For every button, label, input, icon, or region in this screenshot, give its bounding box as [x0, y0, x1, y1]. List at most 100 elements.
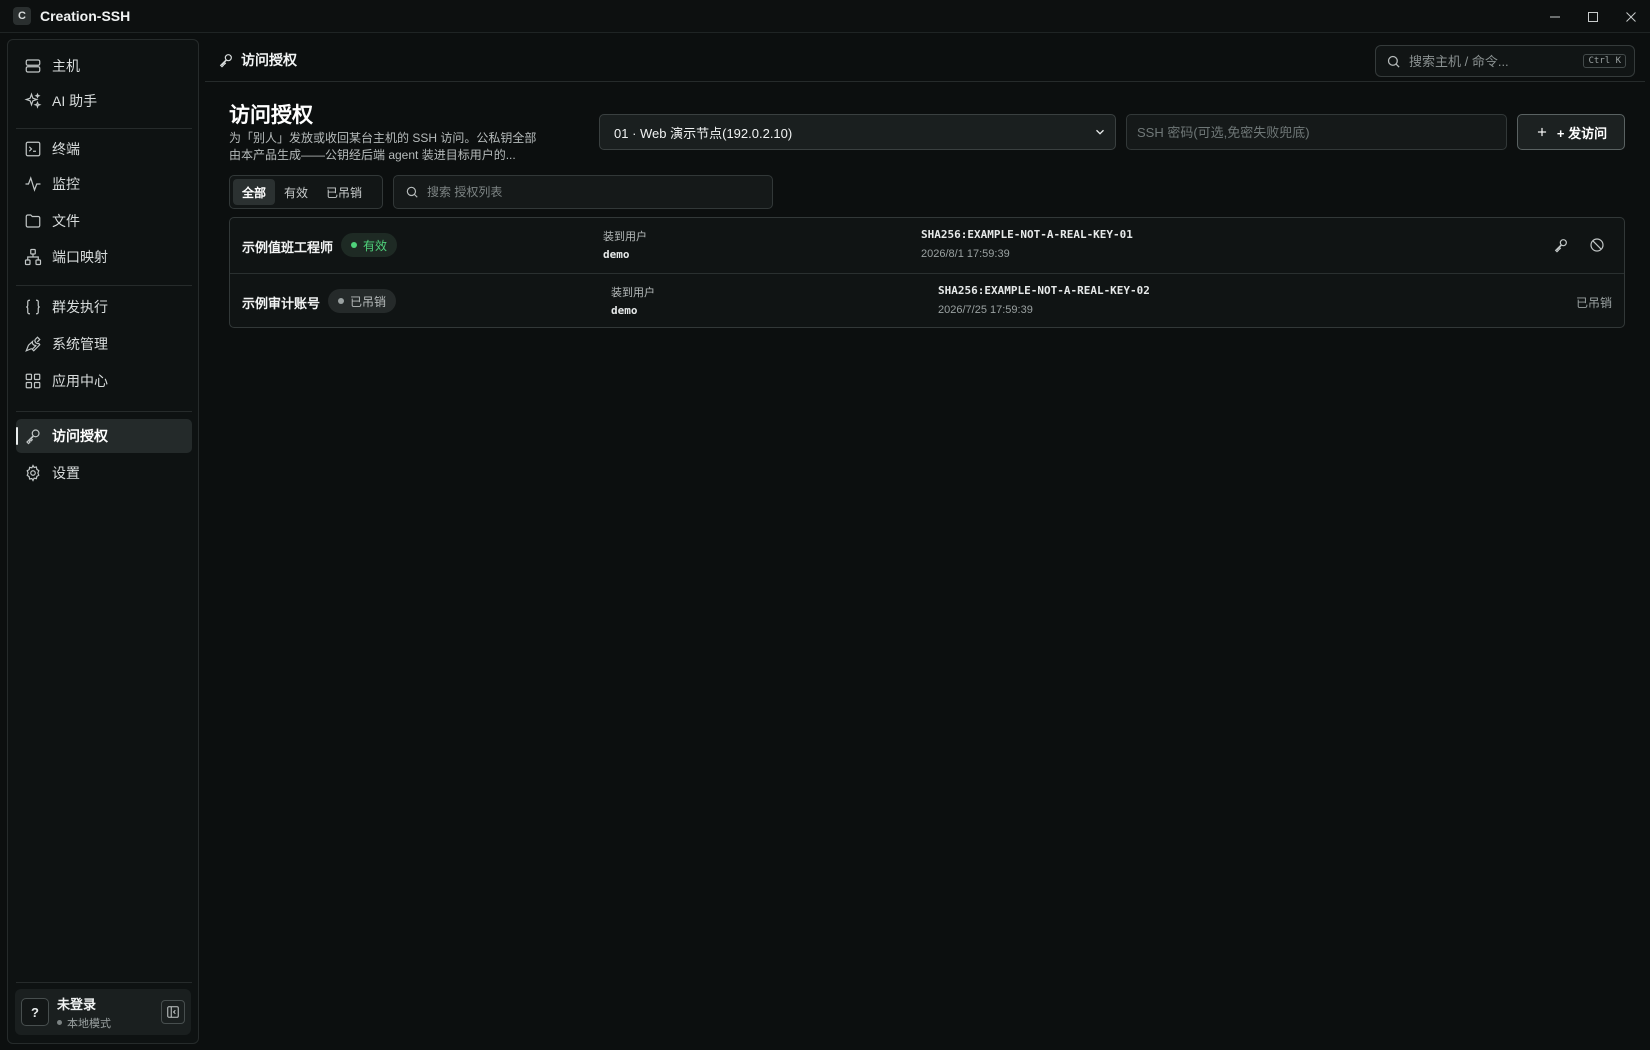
status-dot [57, 1020, 62, 1025]
user-status[interactable]: ? 未登录 本地模式 [15, 989, 191, 1035]
target-user: demo [603, 248, 630, 261]
sidebar-item-label: 监控 [52, 176, 80, 192]
key-fingerprint: SHA256:EXAMPLE-NOT-A-REAL-KEY-02 [938, 284, 1150, 297]
search-icon [405, 185, 419, 199]
table-row: 示例值班工程师 有效 装到用户 demo SHA256:EXAMPLE-NOT-… [230, 218, 1624, 273]
sidebar: 主机 AI 助手 终端 监控 文件 端口映射 群发执行 系统管理 应用中心 访问… [7, 39, 199, 1044]
app-title: Creation-SSH [40, 8, 131, 24]
title-bar: C Creation-SSH [0, 0, 1650, 33]
user-name: 未登录 [57, 996, 97, 1012]
shortcut-hint: Ctrl K [1583, 54, 1626, 68]
activity-icon [24, 175, 42, 193]
sidebar-item-access-grants[interactable]: 访问授权 [16, 419, 192, 453]
issue-access-label: + 发访问 [1556, 125, 1608, 141]
status-label: 有效 [363, 238, 388, 253]
sidebar-item-label: 端口映射 [52, 249, 108, 265]
grant-list: 示例值班工程师 有效 装到用户 demo SHA256:EXAMPLE-NOT-… [229, 217, 1625, 328]
sidebar-item-settings[interactable]: 设置 [16, 456, 192, 490]
user-mode-label: 本地模式 [67, 1017, 111, 1030]
braces-icon [24, 298, 42, 316]
sidebar-item-label: 终端 [52, 141, 80, 157]
sidebar-item-system-admin[interactable]: 系统管理 [16, 327, 192, 361]
sidebar-item-app-center[interactable]: 应用中心 [16, 364, 192, 398]
status-badge: 有效 [341, 233, 398, 257]
ban-icon [1590, 238, 1604, 252]
terminal-icon [24, 140, 42, 158]
status-dot [351, 242, 357, 248]
sidebar-item-label: 文件 [52, 213, 80, 229]
folder-icon [24, 212, 42, 230]
minimize-button[interactable] [1536, 0, 1574, 33]
search-icon [1386, 54, 1401, 69]
sidebar-item-label: AI 助手 [52, 93, 98, 109]
revoke-button[interactable] [1587, 235, 1607, 255]
host-select-value: 01 · Web 演示节点(192.0.2.10) [614, 125, 793, 141]
grant-search-input[interactable] [427, 185, 727, 199]
gear-icon [24, 464, 42, 482]
page-title: 访问授权 [229, 104, 313, 127]
global-search[interactable]: Ctrl K [1375, 45, 1635, 77]
target-user: demo [611, 304, 638, 317]
key-fingerprint: SHA256:EXAMPLE-NOT-A-REAL-KEY-01 [921, 228, 1133, 241]
sidebar-item-label: 应用中心 [52, 373, 108, 389]
minimize-icon [1550, 16, 1560, 17]
status-label: 已吊销 [350, 294, 387, 309]
issue-access-button[interactable]: + 发访问 [1517, 114, 1625, 150]
window-controls [1536, 0, 1650, 33]
tab-all[interactable]: 全部 [233, 179, 276, 205]
page-header: 访问授权 Ctrl K [205, 39, 1645, 82]
status-dot [338, 298, 344, 304]
grid-icon [24, 372, 42, 390]
server-icon [24, 57, 42, 75]
filter-tabs: 全部 有效 已吊销 [229, 175, 383, 209]
user-mode: 本地模式 [57, 1015, 111, 1031]
sidebar-collapse-icon [167, 1006, 179, 1018]
close-button[interactable] [1612, 0, 1650, 33]
view-key-button[interactable] [1551, 235, 1571, 255]
header-title: 访问授权 [241, 52, 297, 68]
sidebar-item-batch-exec[interactable]: 群发执行 [16, 290, 192, 324]
revoked-state-label: 已吊销 [1575, 296, 1612, 310]
sidebar-item-terminal[interactable]: 终端 [16, 132, 192, 166]
tab-valid[interactable]: 有效 [275, 179, 317, 205]
sidebar-divider [16, 285, 192, 286]
page-description: 为「别人」发放或收回某台主机的 SSH 访问。公私钥全部由本产品生成——公钥经后… [229, 131, 537, 162]
grant-date: 2026/7/25 17:59:39 [938, 304, 1033, 316]
sparkles-icon [24, 92, 42, 110]
sidebar-divider [16, 128, 192, 129]
network-icon [24, 248, 42, 266]
sidebar-item-ai-assistant[interactable]: AI 助手 [16, 84, 192, 118]
app-logo-icon: C [13, 7, 31, 25]
plus-icon [1535, 125, 1549, 139]
sidebar-item-label: 设置 [52, 465, 80, 481]
key-icon [218, 52, 234, 68]
grant-name: 示例审计账号 [242, 296, 321, 311]
user-label: 装到用户 [611, 287, 655, 299]
grant-date: 2026/8/1 17:59:39 [921, 248, 1010, 260]
sidebar-divider [16, 411, 192, 412]
sidebar-item-files[interactable]: 文件 [16, 204, 192, 238]
sidebar-item-monitor[interactable]: 监控 [16, 167, 192, 201]
tab-revoked[interactable]: 已吊销 [317, 179, 371, 205]
wrench-icon [24, 335, 42, 353]
ssh-password-input[interactable] [1126, 114, 1507, 150]
global-search-input[interactable] [1409, 53, 1569, 69]
close-icon [1626, 11, 1636, 22]
sidebar-item-hosts[interactable]: 主机 [16, 49, 192, 83]
host-select[interactable]: 01 · Web 演示节点(192.0.2.10) [599, 114, 1116, 150]
maximize-button[interactable] [1574, 0, 1612, 33]
key-icon [1554, 239, 1567, 253]
sidebar-item-label: 群发执行 [52, 299, 108, 315]
sidebar-item-label: 访问授权 [52, 428, 108, 444]
chevron-down-icon [1093, 125, 1107, 139]
sidebar-divider [16, 982, 192, 983]
key-icon [24, 427, 42, 445]
maximize-icon [1588, 11, 1598, 22]
collapse-sidebar-button[interactable] [161, 1000, 185, 1024]
grant-name: 示例值班工程师 [242, 240, 334, 255]
grant-list-search[interactable] [393, 175, 773, 209]
status-badge: 已吊销 [328, 289, 397, 313]
sidebar-item-port-mapping[interactable]: 端口映射 [16, 240, 192, 274]
sidebar-item-label: 主机 [52, 58, 80, 74]
user-label: 装到用户 [603, 231, 647, 243]
